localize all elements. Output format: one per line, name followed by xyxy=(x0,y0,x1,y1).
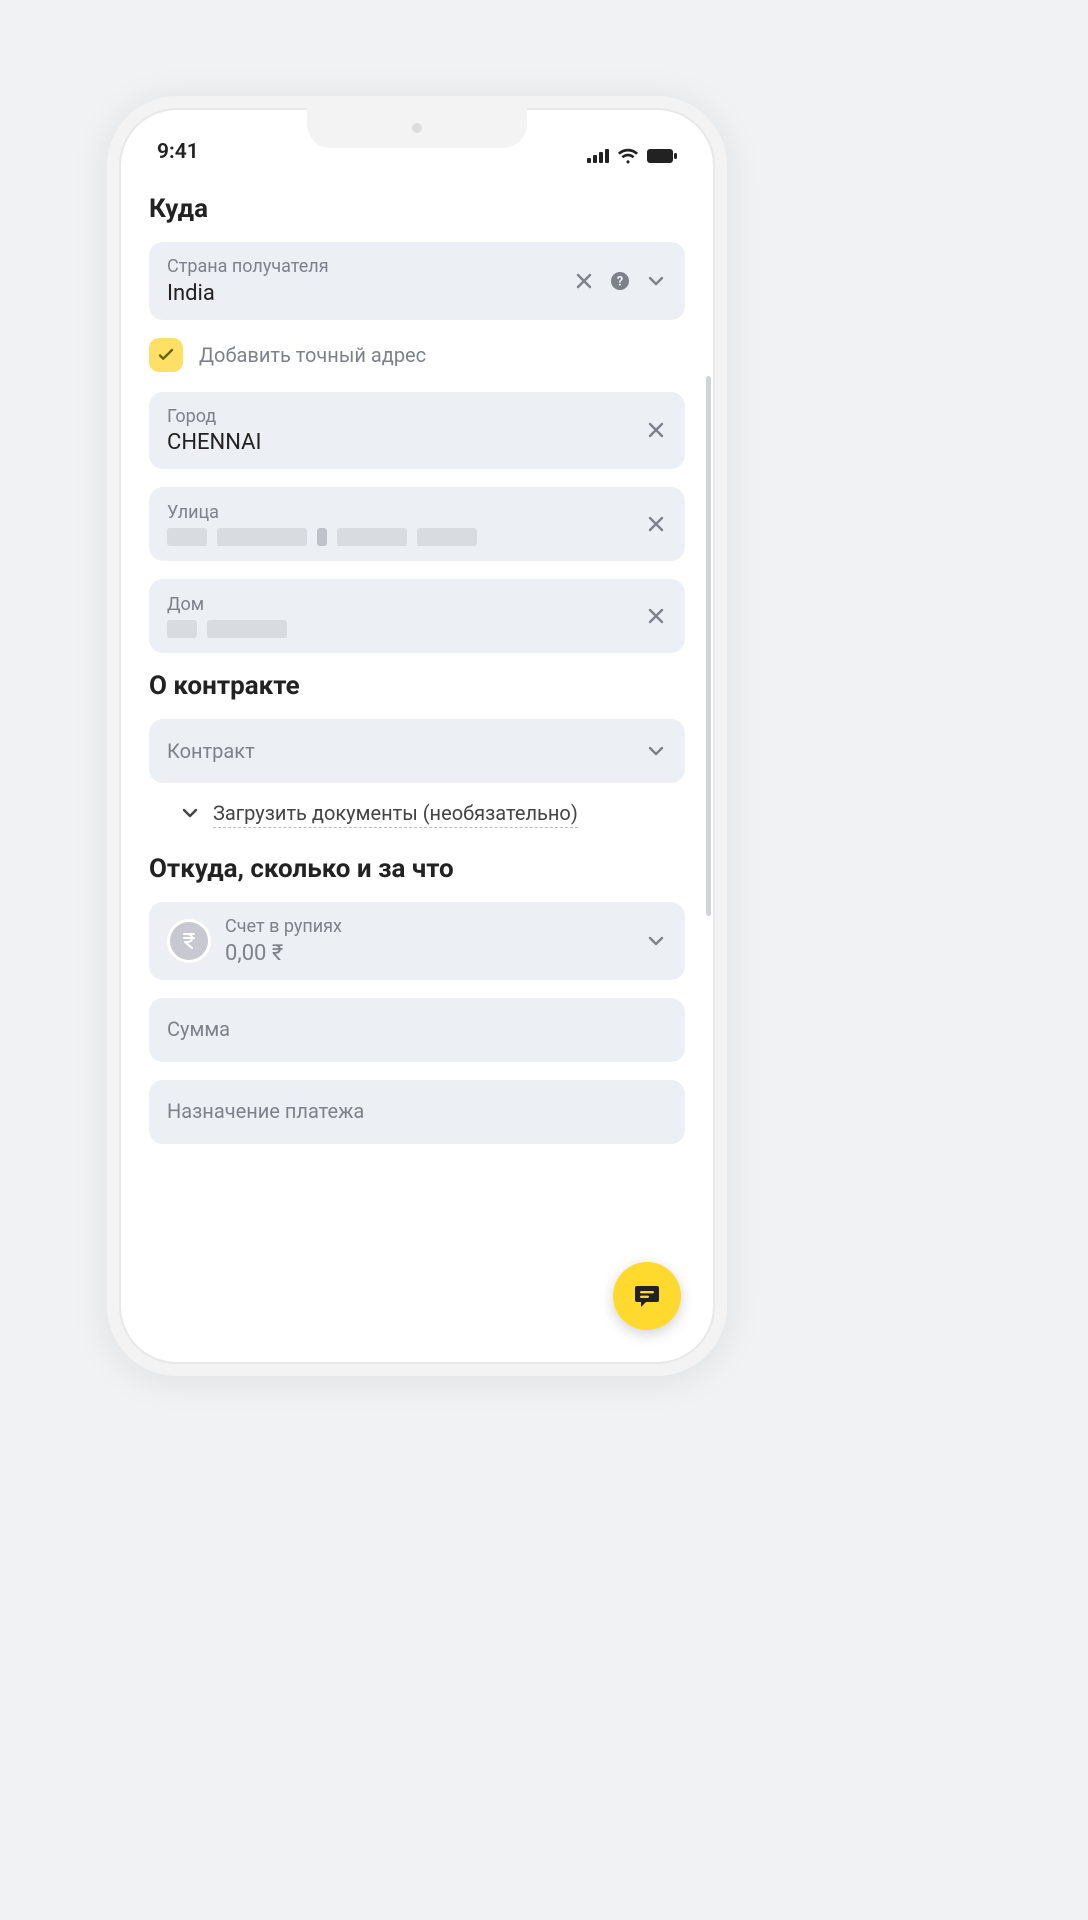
rupee-account-icon xyxy=(167,919,211,963)
cellular-icon xyxy=(587,149,609,163)
country-label: Страна получателя xyxy=(167,256,573,279)
amount-label: Сумма xyxy=(167,1017,667,1042)
chevron-down-icon xyxy=(181,804,199,826)
country-field[interactable]: Страна получателя India ? xyxy=(149,242,685,320)
purpose-label: Назначение платежа xyxy=(167,1099,667,1124)
upload-documents-toggle[interactable]: Загрузить документы (необязательно) xyxy=(181,801,685,828)
phone-notch xyxy=(307,108,527,148)
amount-field[interactable]: Сумма xyxy=(149,998,685,1062)
house-field[interactable]: Дом xyxy=(149,579,685,653)
chat-icon xyxy=(632,1281,662,1311)
battery-icon xyxy=(647,149,677,163)
account-field[interactable]: Счет в рупиях 0,00 ₹ xyxy=(149,902,685,980)
chevron-down-icon[interactable] xyxy=(645,270,667,292)
redacted-text xyxy=(167,620,645,638)
status-indicators xyxy=(587,148,677,164)
chat-fab[interactable] xyxy=(613,1262,681,1330)
redacted-text xyxy=(167,528,645,546)
screen: 9:41 Куда Страна получателя India xyxy=(121,110,713,1362)
svg-text:?: ? xyxy=(617,274,623,289)
house-label: Дом xyxy=(167,594,645,617)
add-address-checkbox-row[interactable]: Добавить точный адрес xyxy=(149,338,685,372)
chevron-down-icon[interactable] xyxy=(645,930,667,952)
clear-icon[interactable] xyxy=(645,605,667,627)
street-field[interactable]: Улица xyxy=(149,487,685,561)
status-time: 9:41 xyxy=(157,140,199,164)
street-label: Улица xyxy=(167,502,645,525)
city-field[interactable]: Город CHENNAI xyxy=(149,392,685,470)
add-address-label: Добавить точный адрес xyxy=(199,343,426,367)
section-title-destination: Куда xyxy=(149,194,685,224)
form-content[interactable]: Куда Страна получателя India ? xyxy=(121,166,713,1362)
help-icon[interactable]: ? xyxy=(609,270,631,292)
contract-label: Контракт xyxy=(167,739,645,764)
wifi-icon xyxy=(617,148,639,164)
scrollbar[interactable] xyxy=(706,376,711,916)
city-value: CHENNAI xyxy=(167,430,645,455)
clear-icon[interactable] xyxy=(573,270,595,292)
clear-icon[interactable] xyxy=(645,419,667,441)
section-title-payment: Откуда, сколько и за что xyxy=(149,854,685,884)
checkbox-checked[interactable] xyxy=(149,338,183,372)
city-label: Город xyxy=(167,406,645,429)
purpose-field[interactable]: Назначение платежа xyxy=(149,1080,685,1144)
phone-frame: 9:41 Куда Страна получателя India xyxy=(107,96,727,1376)
account-balance: 0,00 ₹ xyxy=(225,941,631,966)
section-title-contract: О контракте xyxy=(149,671,685,701)
upload-documents-label: Загрузить документы (необязательно) xyxy=(213,801,578,828)
country-value: India xyxy=(167,281,573,306)
account-label: Счет в рупиях xyxy=(225,916,631,939)
contract-field[interactable]: Контракт xyxy=(149,719,685,783)
clear-icon[interactable] xyxy=(645,513,667,535)
chevron-down-icon[interactable] xyxy=(645,740,667,762)
